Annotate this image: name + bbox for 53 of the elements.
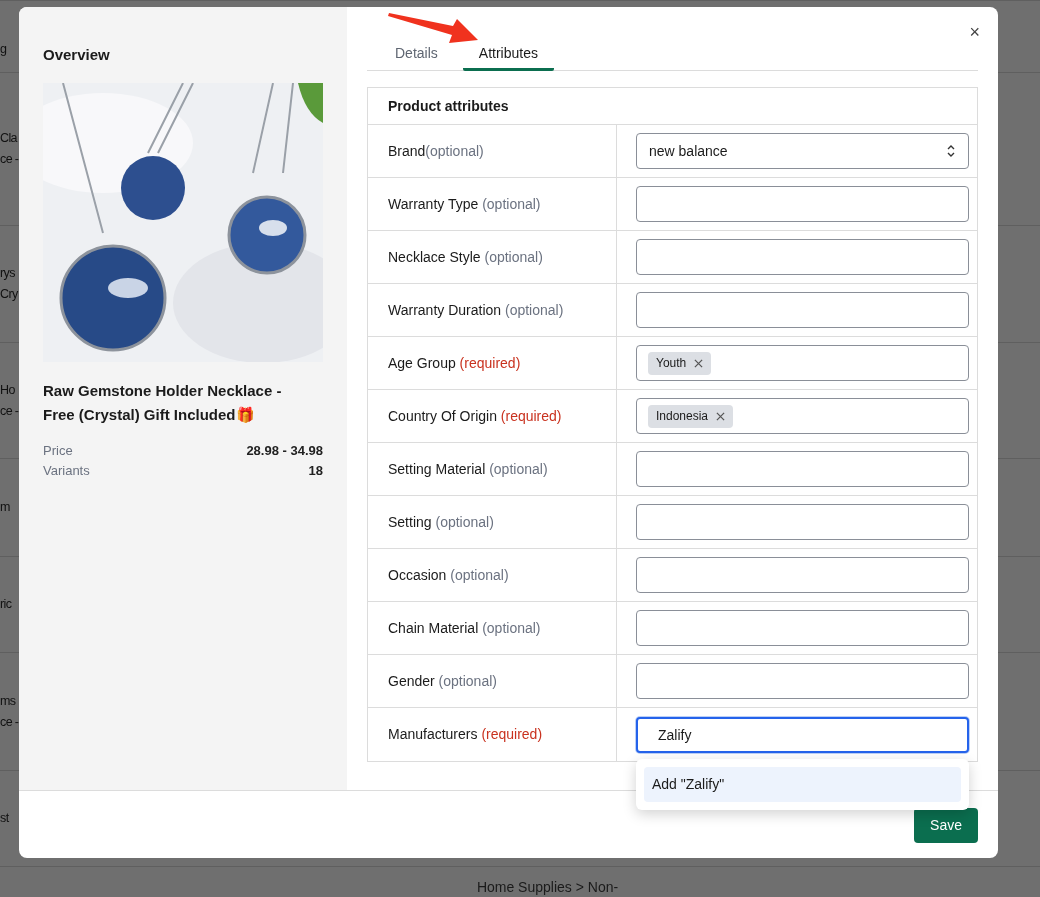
tag-field[interactable]: Indonesia (636, 398, 969, 434)
attribute-label: Occasion (optional) (388, 565, 509, 585)
row-text: m (0, 499, 10, 516)
stat-value: 28.98 - 34.98 (246, 442, 323, 460)
attribute-label: Warranty Type (optional) (388, 194, 541, 214)
input-field[interactable] (636, 186, 969, 222)
tag: Indonesia (648, 404, 734, 428)
attribute-label: Warranty Duration (optional) (388, 300, 564, 320)
table-title: Product attributes (388, 96, 509, 116)
remove-icon[interactable] (694, 358, 704, 368)
input-field[interactable] (636, 292, 969, 328)
select-field[interactable]: new balance (636, 133, 969, 169)
remove-icon[interactable] (716, 411, 726, 421)
attribute-label: Chain Material (optional) (388, 618, 541, 638)
tag: Youth (648, 351, 712, 375)
row-text: rys (0, 265, 15, 282)
stat-label: Price (43, 442, 73, 460)
row-text: ms (0, 692, 16, 710)
row-text: st (0, 810, 9, 827)
category-text: Home Supplies > Non- (476, 878, 619, 897)
stat-value: 18 (308, 462, 323, 480)
attribute-label: Setting (optional) (388, 512, 494, 532)
row-text: Ho (0, 381, 15, 399)
attribute-label: Age Group (required) (388, 353, 521, 373)
attribute-label: Gender (optional) (388, 671, 497, 691)
close-button[interactable]: × (969, 23, 980, 41)
stat-label: Variants (43, 462, 90, 480)
input-field[interactable] (636, 451, 969, 487)
attribute-label: Setting Material (optional) (388, 459, 548, 479)
dropdown-option[interactable]: Add "Zalify" (644, 767, 961, 802)
row-text: ce - (0, 713, 19, 731)
row-text: g (0, 40, 7, 58)
row-text: Cla (0, 130, 17, 147)
input-field[interactable] (636, 239, 969, 275)
input-field[interactable] (636, 504, 969, 540)
input-field[interactable] (636, 663, 969, 699)
attribute-label: Manufacturers (required) (388, 725, 543, 744)
input-field[interactable] (636, 557, 969, 593)
attribute-label: Brand(optional) (388, 141, 484, 161)
attribute-label: Necklace Style (optional) (388, 247, 543, 267)
row-text: ric (0, 596, 12, 613)
tab[interactable]: Details (379, 39, 454, 71)
input-field[interactable] (636, 610, 969, 646)
input-field[interactable]: Zalify (636, 716, 969, 753)
row-text: ce - (0, 402, 19, 420)
panel-title: Overview (43, 45, 111, 65)
row-text: ce - (0, 151, 19, 168)
save-button[interactable]: Save (914, 808, 978, 843)
attribute-label: Country Of Origin (required) (388, 406, 562, 426)
product-name: Raw Gemstone Holder Necklace - Free (Crystal) Gift Included🎁 (43, 381, 283, 425)
tag-field[interactable]: Youth (636, 345, 969, 381)
row-text: Cry (0, 286, 18, 303)
chevron-icon (946, 144, 956, 158)
